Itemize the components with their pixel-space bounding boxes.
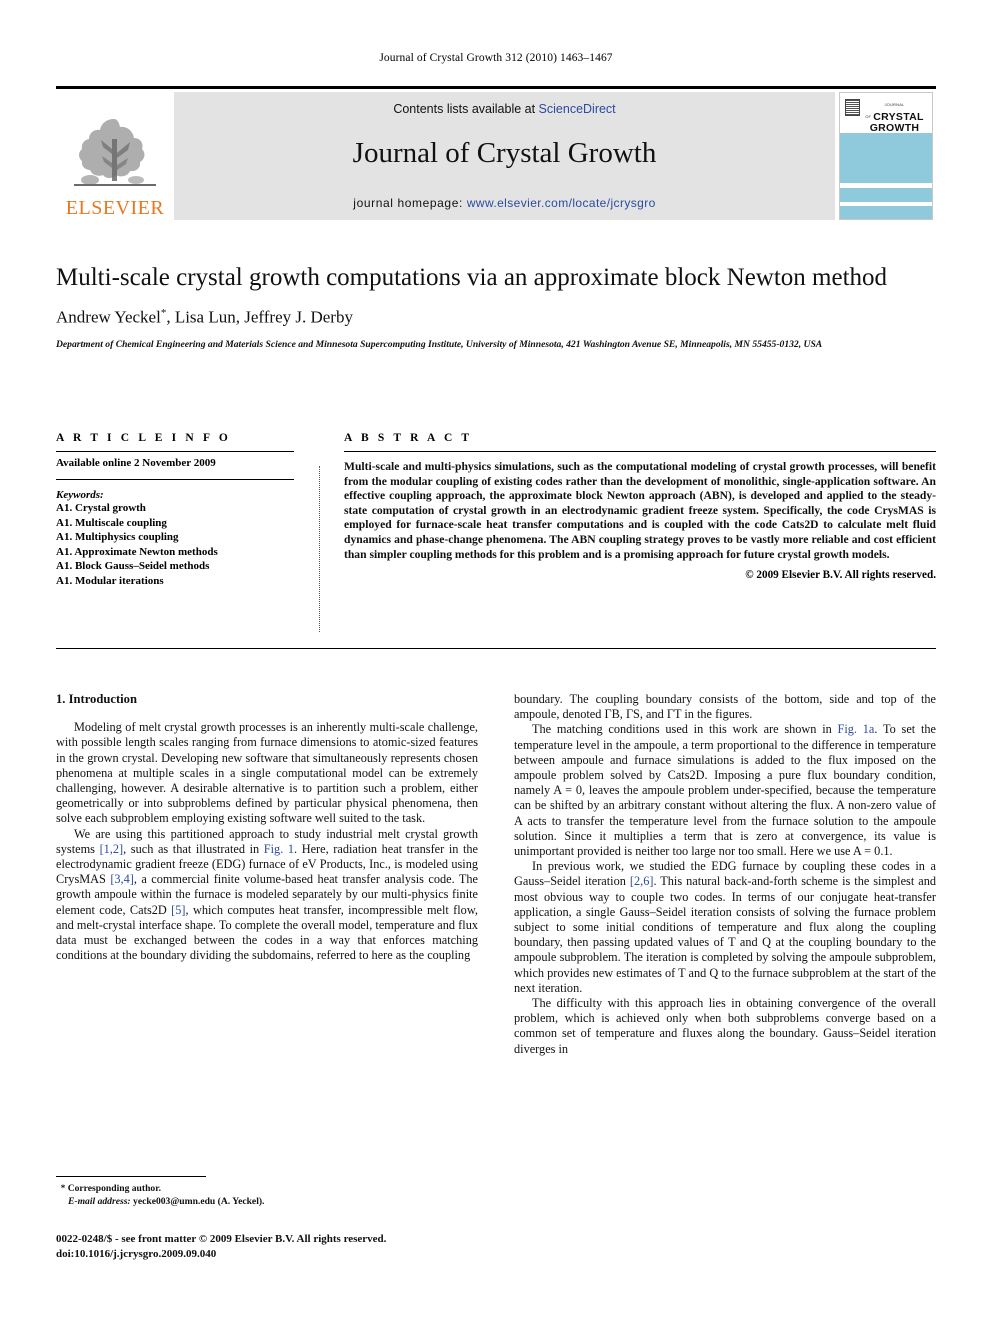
author-list: Andrew Yeckel*, Lisa Lun, Jeffrey J. Der… bbox=[56, 307, 353, 327]
paragraph: We are using this partitioned approach t… bbox=[56, 827, 478, 964]
column-separator bbox=[319, 466, 320, 632]
contents-prefix: Contents lists available at bbox=[393, 102, 539, 116]
citation-link[interactable]: [3,4] bbox=[110, 872, 134, 886]
citation-link[interactable]: [2,6] bbox=[630, 874, 654, 888]
abstract-copyright: © 2009 Elsevier B.V. All rights reserved… bbox=[745, 569, 936, 582]
cover-title: JOURNAL OF CRYSTAL GROWTH bbox=[860, 99, 929, 134]
masthead-panel: Contents lists available at ScienceDirec… bbox=[174, 92, 835, 220]
email-value[interactable]: yecke003@umn.edu (A. Yeckel). bbox=[133, 1196, 264, 1207]
corresponding-author-note: * Corresponding author. bbox=[56, 1182, 478, 1196]
abstract-rule bbox=[344, 451, 936, 452]
running-head: Journal of Crystal Growth 312 (2010) 146… bbox=[379, 52, 613, 64]
elsevier-wordmark: ELSEVIER bbox=[65, 197, 165, 219]
email-note: E-mail address: yecke003@umn.edu (A. Yec… bbox=[56, 1196, 478, 1209]
keyword-item: A1. Modular iterations bbox=[56, 574, 164, 587]
text-run: . This natural back-and-forth scheme is … bbox=[514, 874, 936, 995]
citation-link[interactable]: [5] bbox=[171, 903, 185, 917]
front-matter-line: 0022-0248/$ - see front matter © 2009 El… bbox=[56, 1233, 387, 1245]
imprint-block: 0022-0248/$ - see front matter © 2009 El… bbox=[56, 1232, 516, 1261]
footnote-rule bbox=[56, 1176, 206, 1177]
paragraph: The difficulty with this approach lies i… bbox=[514, 996, 936, 1056]
affiliation: Department of Chemical Engineering and M… bbox=[56, 338, 823, 350]
paper-page: Journal of Crystal Growth 312 (2010) 146… bbox=[0, 0, 992, 1323]
elsevier-logo: ELSEVIER bbox=[56, 92, 174, 220]
available-online: Available online 2 November 2009 bbox=[56, 457, 216, 469]
body-column-right: boundary. The coupling boundary consists… bbox=[514, 692, 936, 1057]
page-title: Multi-scale crystal growth computations … bbox=[56, 264, 888, 291]
keyword-item: A1. Block Gauss–Seidel methods bbox=[56, 560, 210, 572]
keyword-item: A1. Approximate Newton methods bbox=[56, 545, 218, 558]
footnote-block: * Corresponding author. E-mail address: … bbox=[56, 1182, 478, 1208]
article-info-column: A R T I C L E I N F O Available online 2… bbox=[56, 432, 294, 588]
journal-title: Journal of Crystal Growth bbox=[352, 137, 657, 169]
article-info-rule-bottom bbox=[56, 479, 294, 480]
paragraph: Modeling of melt crystal growth processe… bbox=[56, 720, 478, 826]
keyword-item: A1. Crystal growth bbox=[56, 502, 146, 514]
abstract-bottom-rule bbox=[56, 648, 936, 649]
info-abstract-region: A R T I C L E I N F O Available online 2… bbox=[56, 432, 936, 632]
text-run: . To set the temperature level in the am… bbox=[514, 722, 936, 859]
keywords-label: Keywords: bbox=[56, 489, 104, 501]
citation-link[interactable]: [1,2] bbox=[100, 842, 124, 856]
journal-masthead: ELSEVIER Contents lists available at Sci… bbox=[56, 86, 936, 220]
section-heading-introduction: 1. Introduction bbox=[56, 692, 137, 706]
text-run: , such as that illustrated in bbox=[123, 841, 264, 856]
elsevier-tree-icon bbox=[74, 119, 156, 186]
paragraph: boundary. The coupling boundary consists… bbox=[514, 692, 936, 722]
homepage-prefix: journal homepage: bbox=[353, 196, 467, 210]
paragraph: The matching conditions used in this wor… bbox=[514, 722, 936, 859]
email-label: E-mail address: bbox=[68, 1195, 131, 1207]
journal-cover-thumbnail: JOURNAL OF CRYSTAL GROWTH bbox=[835, 92, 936, 220]
cover-elsevier-mark-icon bbox=[845, 99, 860, 116]
keyword-item: A1. Multiscale coupling bbox=[56, 516, 167, 529]
corresponding-author-marker: * bbox=[60, 1183, 66, 1193]
doi-line[interactable]: doi:10.1016/j.jcrysgro.2009.09.040 bbox=[56, 1247, 516, 1262]
contents-available-line: Contents lists available at ScienceDirec… bbox=[174, 102, 835, 116]
corresponding-author-text: Corresponding author. bbox=[67, 1183, 161, 1194]
figure-link[interactable]: Fig. 1a bbox=[838, 722, 875, 736]
journal-homepage-line: journal homepage: www.elsevier.com/locat… bbox=[174, 196, 835, 210]
body-column-left: 1. Introduction Modeling of melt crystal… bbox=[56, 692, 478, 963]
cover-band-middle bbox=[840, 188, 932, 202]
paragraph: In previous work, we studied the EDG fur… bbox=[514, 859, 936, 996]
abstract-text: Multi-scale and multi-physics simulation… bbox=[344, 460, 936, 561]
abstract-heading: A B S T R A C T bbox=[344, 432, 473, 444]
cover-line-2: GROWTH bbox=[869, 122, 920, 134]
cover-band-bottom bbox=[840, 206, 932, 219]
figure-link[interactable]: Fig. 1 bbox=[264, 842, 294, 856]
abstract-column: A B S T R A C T Multi-scale and multi-ph… bbox=[344, 432, 936, 581]
sciencedirect-link[interactable]: ScienceDirect bbox=[539, 102, 616, 116]
text-run: The matching conditions used in this wor… bbox=[532, 722, 838, 737]
article-info-heading: A R T I C L E I N F O bbox=[56, 432, 231, 444]
cover-band-top bbox=[840, 133, 932, 183]
title-block: Multi-scale crystal growth computations … bbox=[56, 262, 936, 351]
keyword-item: A1. Multiphysics coupling bbox=[56, 531, 179, 543]
journal-homepage-link[interactable]: www.elsevier.com/locate/jcrysgro bbox=[467, 196, 656, 210]
